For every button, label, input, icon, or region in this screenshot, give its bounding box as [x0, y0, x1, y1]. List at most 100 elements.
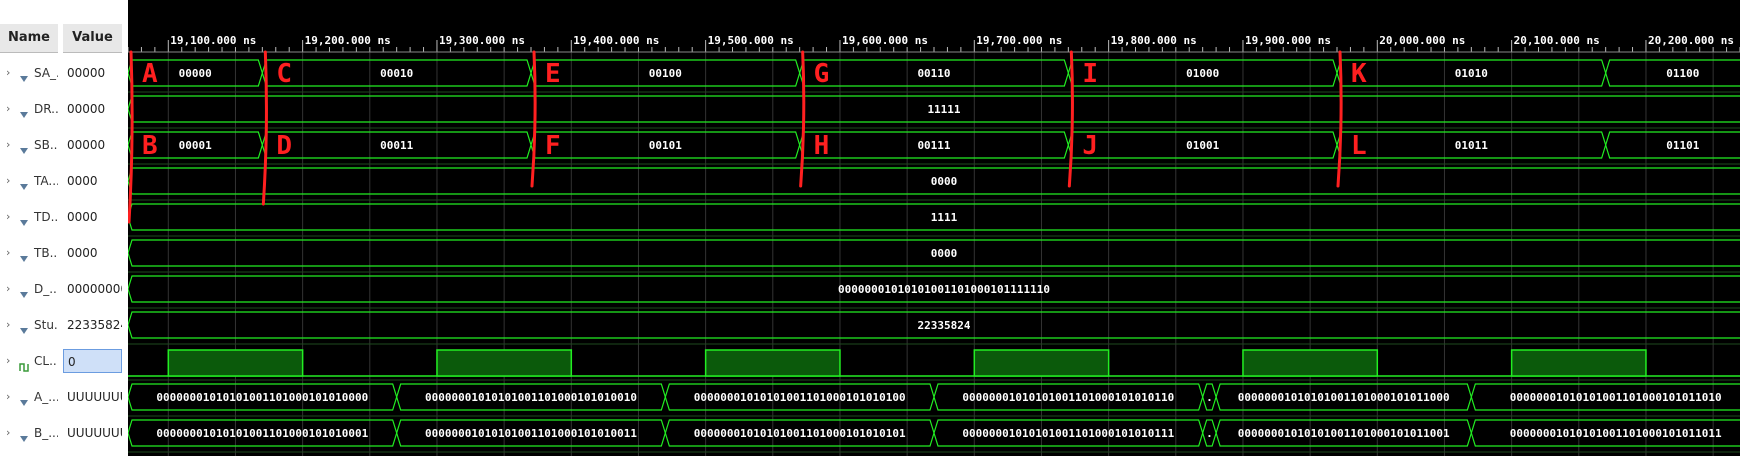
bus-value-label: 00001: [179, 139, 212, 152]
expand-chevron-icon[interactable]: ›: [6, 313, 10, 337]
expand-chevron-icon[interactable]: ›: [6, 349, 10, 373]
waveform-canvas[interactable]: 19,100.000 ns 19,200.000 ns 19,300.000 ns 1…: [128, 0, 1740, 456]
signal-name-label: DR...: [34, 102, 58, 116]
clock-high-pulse: [436, 349, 573, 377]
ruler-label: 19,700.000 ns: [976, 34, 1062, 47]
annotation-letter: L: [1351, 131, 1367, 161]
signal-value-cell[interactable]: 00000000: [63, 277, 122, 301]
bus-value-label: 00011: [380, 139, 413, 152]
annotation-letter: G: [814, 59, 830, 89]
ruler-label: 20,200.000 ns: [1648, 34, 1734, 47]
bus-icon: [19, 392, 29, 406]
ruler-label: 19,200.000 ns: [305, 34, 391, 47]
annotation-letter: I: [1082, 59, 1098, 89]
bus-value-label: 00000001010101001101000101010110: [962, 391, 1174, 404]
bus-value-label: 00101: [649, 139, 682, 152]
bus-value-label: 00000001010101001101000101010010: [425, 391, 637, 404]
signal-value-cell[interactable]: UUUUUUU: [63, 385, 122, 409]
clock-high-pulse: [167, 349, 304, 377]
bus-value-label: 00000001010101001101000101010011: [425, 427, 637, 440]
clock-high-pulse: [1242, 349, 1379, 377]
bus-icon: [19, 428, 29, 442]
signal-value-cell[interactable]: 0000: [63, 205, 122, 229]
bus-value-label: 11111: [927, 103, 960, 116]
bus-icon: [19, 320, 29, 334]
signal-name-row[interactable]: › Stu...: [0, 313, 58, 337]
expand-chevron-icon[interactable]: ›: [6, 421, 10, 445]
annotation-letter: K: [1351, 59, 1367, 89]
expand-chevron-icon[interactable]: ›: [6, 241, 10, 265]
signal-name-row[interactable]: › DR...: [0, 97, 58, 121]
signal-value-cell[interactable]: 00000: [63, 97, 122, 121]
bus-value-label: 01101: [1666, 139, 1699, 152]
ruler-label: 19,900.000 ns: [1245, 34, 1331, 47]
annotation-letter: J: [1082, 131, 1098, 161]
signal-name-label: A_...: [34, 390, 58, 404]
name-column-header[interactable]: Name: [0, 24, 58, 53]
signal-name-row[interactable]: › CL...: [0, 349, 58, 373]
expand-chevron-icon[interactable]: ›: [6, 133, 10, 157]
bus-value-label: 1111: [931, 211, 958, 224]
annotation-letter: D: [276, 131, 292, 161]
signal-name-label: B_...: [34, 426, 58, 440]
ruler-label: 20,100.000 ns: [1514, 34, 1600, 47]
clock-high-pulse: [1510, 349, 1647, 377]
signal-name-label: D_...: [34, 282, 58, 296]
expand-chevron-icon[interactable]: ›: [6, 97, 10, 121]
signal-value-cell[interactable]: 0000: [63, 169, 122, 193]
ruler-label: 19,400.000 ns: [573, 34, 659, 47]
annotation-marker-line: [1067, 50, 1074, 188]
bus-value-label: 00111: [917, 139, 950, 152]
annotation-letter: B: [142, 131, 158, 161]
signal-value-cell[interactable]: 0000: [63, 241, 122, 265]
ruler-label: 19,300.000 ns: [439, 34, 525, 47]
expand-chevron-icon[interactable]: ›: [6, 205, 10, 229]
bus-value-label: 01011: [1455, 139, 1488, 152]
bus-value-label: 00000001010101001101000101011011: [1510, 427, 1722, 440]
bus-value-label: 00000001010101001101000101010000: [156, 391, 368, 404]
annotation-marker-line: [1336, 50, 1343, 188]
expand-chevron-icon[interactable]: ›: [6, 277, 10, 301]
bus-value-label: 00000001010101001101000101010101: [694, 427, 906, 440]
signal-value-cell[interactable]: 00000: [63, 133, 122, 157]
ruler-label: 19,500.000 ns: [708, 34, 794, 47]
expand-chevron-icon[interactable]: ›: [6, 169, 10, 193]
signal-name-row[interactable]: › SA_...: [0, 61, 58, 85]
signal-value-cell[interactable]: 22335824: [63, 313, 122, 337]
annotation-letter: E: [545, 59, 561, 89]
bus-icon: [19, 140, 29, 154]
signal-name-label: TD...: [34, 210, 58, 224]
signal-name-row[interactable]: › TA...: [0, 169, 58, 193]
bus-value-label: 00000001010101001101000101010001: [156, 427, 368, 440]
signal-name-row[interactable]: › TB...: [0, 241, 58, 265]
signal-name-row[interactable]: › B_...: [0, 421, 58, 445]
annotation-letter: H: [814, 131, 830, 161]
signal-value-cell[interactable]: 0: [63, 349, 122, 373]
signal-name-label: SB...: [34, 138, 58, 152]
clock-high-pulse: [704, 349, 841, 377]
bus-value-label: 00000001010101001101000101011010: [1510, 391, 1722, 404]
bus-value-label: 00110: [917, 67, 950, 80]
signal-value-cell[interactable]: 00000: [63, 61, 122, 85]
bus-value-label: 00000001010101001101000101010100: [694, 391, 906, 404]
clock-high-pulse: [973, 349, 1110, 377]
bus-value-label: .: [1206, 391, 1213, 404]
bus-value-label: 00100: [649, 67, 682, 80]
signal-name-row[interactable]: › SB...: [0, 133, 58, 157]
bus-value-label: .: [1206, 427, 1213, 440]
signal-value-cell[interactable]: UUUUUUU: [63, 421, 122, 445]
bus-value-label: 00010: [380, 67, 413, 80]
bus-value-label: 01001: [1186, 139, 1219, 152]
expand-chevron-icon[interactable]: ›: [6, 385, 10, 409]
expand-chevron-icon[interactable]: ›: [6, 61, 10, 85]
signal-name-row[interactable]: › TD...: [0, 205, 58, 229]
annotation-marker-line: [530, 50, 537, 188]
annotation-letter: C: [276, 59, 292, 89]
bus-icon: [19, 212, 29, 226]
bus-value-label: 00000001010101001101000101011001: [1238, 427, 1450, 440]
bus-icon: [19, 104, 29, 118]
value-column-header[interactable]: Value: [63, 24, 122, 53]
bus-icon: [19, 284, 29, 298]
signal-name-row[interactable]: › D_...: [0, 277, 58, 301]
signal-name-row[interactable]: › A_...: [0, 385, 58, 409]
